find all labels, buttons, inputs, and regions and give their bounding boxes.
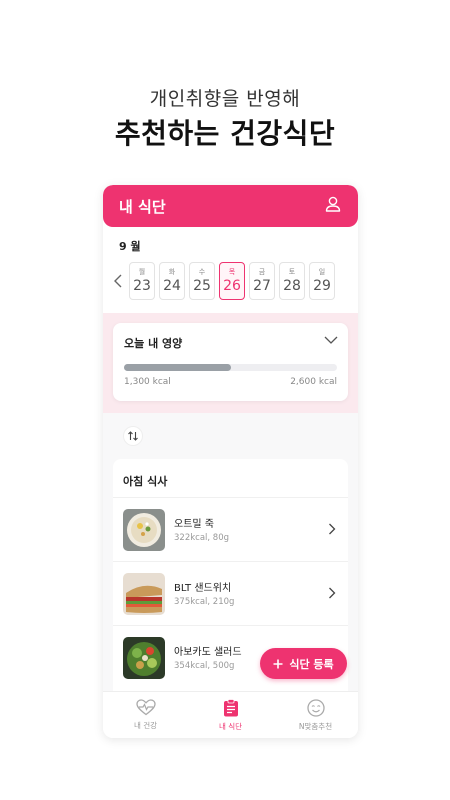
food-meta: 375kcal, 210g [174, 597, 235, 607]
month-label: 9 월 [119, 240, 141, 253]
profile-button[interactable] [324, 195, 342, 217]
promo-title: 추천하는 건강식단 [0, 112, 450, 152]
promo-title-highlight: 건강식단 [230, 117, 336, 150]
previous-week-button[interactable] [107, 261, 129, 301]
nutrition-progress-fill [124, 364, 231, 371]
add-meal-label: 식단 등록 [289, 657, 334, 671]
chevron-left-icon [114, 274, 122, 288]
promo-subtitle: 개인취향을 반영해 [149, 88, 301, 110]
day-name: 일 [318, 268, 326, 276]
food-meta: 354kcal, 500g [174, 661, 235, 671]
chevron-right-icon [329, 523, 336, 535]
nav-item-my-diet[interactable]: 내 식단 [188, 692, 273, 738]
clipboard-icon [223, 699, 238, 717]
day-name: 금 [258, 268, 266, 276]
chevron-down-icon[interactable] [324, 335, 338, 345]
sort-button[interactable] [123, 426, 143, 446]
food-meta: 322kcal, 80g [174, 533, 230, 543]
day-button[interactable]: 일 29 [309, 262, 335, 300]
day-number: 27 [253, 278, 271, 294]
nutrition-progress-bar [124, 364, 337, 371]
food-image [123, 509, 165, 551]
nutrition-section: 오늘 내 영양 1,300 kcal 2,600 kcal [103, 313, 358, 413]
food-name: BLT 샌드위치 [174, 583, 232, 594]
nutrition-title: 오늘 내 영양 [124, 337, 183, 350]
page-title: 내 식단 [119, 197, 166, 216]
day-button[interactable]: 수 25 [189, 262, 215, 300]
nav-label: 내 건강 [133, 721, 158, 730]
day-name: 월 [138, 268, 146, 276]
day-name: 목 [228, 268, 236, 276]
add-meal-button[interactable]: 식단 등록 [260, 648, 347, 679]
food-image [123, 573, 165, 615]
day-number: 23 [133, 278, 151, 294]
day-number: 24 [163, 278, 181, 294]
app-screen: 내 식단 9 월 월 23 화 24 수 25 목 26 금 27 토 28 일 29 오늘 … [103, 185, 358, 738]
day-name: 토 [288, 268, 296, 276]
nav-label: N맞춤추천 [298, 722, 333, 731]
app-header: 내 식단 [103, 185, 358, 227]
day-number: 25 [193, 278, 211, 294]
day-button[interactable]: 금 27 [249, 262, 275, 300]
day-name: 화 [168, 268, 176, 276]
day-button[interactable]: 화 24 [159, 262, 185, 300]
day-button-selected[interactable]: 목 26 [219, 262, 245, 300]
day-name: 수 [198, 268, 206, 276]
day-number: 26 [223, 278, 241, 294]
meal-title: 아침 식사 [123, 475, 168, 488]
user-icon [325, 196, 341, 212]
list-item[interactable]: 오트밀 죽 322kcal, 80g [113, 497, 348, 561]
day-button[interactable]: 토 28 [279, 262, 305, 300]
nav-item-my-health[interactable]: 내 건강 [103, 692, 188, 738]
promo-title-plain: 추천하는 [114, 117, 231, 150]
food-name: 오트밀 죽 [174, 519, 214, 530]
day-number: 29 [313, 278, 331, 294]
nav-label: 내 식단 [218, 722, 243, 731]
day-list: 월 23 화 24 수 25 목 26 금 27 토 28 일 29 [129, 262, 335, 300]
food-name: 아보카도 샐러드 [174, 647, 242, 658]
sort-icon [128, 431, 138, 441]
nutrition-card[interactable]: 오늘 내 영양 1,300 kcal 2,600 kcal [113, 323, 348, 401]
week-selector: 월 23 화 24 수 25 목 26 금 27 토 28 일 29 [107, 261, 357, 301]
day-number: 28 [283, 278, 301, 294]
chevron-right-icon [329, 587, 336, 599]
food-image [123, 637, 165, 679]
heart-pulse-icon [135, 699, 156, 716]
day-button[interactable]: 월 23 [129, 262, 155, 300]
plus-icon [273, 659, 283, 668]
bottom-nav: 내 건강 내 식단 N맞춤추천 [103, 691, 358, 738]
target-kcal: 2,600 kcal [290, 377, 337, 387]
list-item[interactable]: BLT 샌드위치 375kcal, 210g [113, 561, 348, 625]
smile-face-icon [306, 699, 325, 717]
current-kcal: 1,300 kcal [124, 377, 171, 387]
nav-item-recommend[interactable]: N맞춤추천 [273, 692, 358, 738]
